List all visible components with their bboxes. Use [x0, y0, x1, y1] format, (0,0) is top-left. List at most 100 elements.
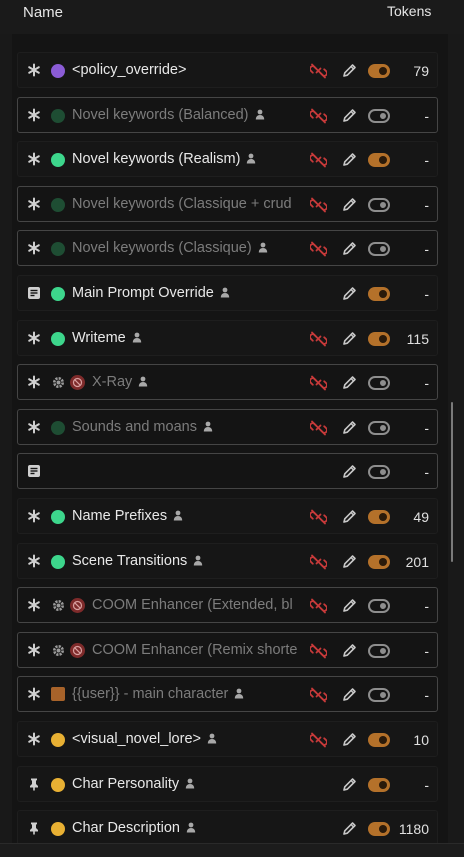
- asterisk-icon[interactable]: [27, 687, 41, 701]
- pencil-icon[interactable]: [341, 241, 358, 257]
- pencil-icon[interactable]: [341, 554, 358, 570]
- list-item[interactable]: Scene Transitions 201: [17, 543, 438, 579]
- unlink-icon[interactable]: [309, 63, 328, 79]
- prompt-name-text: Char Description: [72, 820, 180, 836]
- pencil-icon[interactable]: [341, 598, 358, 614]
- pencil-icon[interactable]: [341, 777, 358, 793]
- asterisk-icon[interactable]: [27, 63, 41, 77]
- asterisk-icon[interactable]: [27, 420, 41, 434]
- list-item[interactable]: -: [17, 453, 438, 489]
- asterisk-icon[interactable]: [27, 643, 41, 657]
- token-count: -: [424, 598, 429, 614]
- status-dot-icon: [51, 287, 65, 301]
- pencil-icon[interactable]: [341, 286, 358, 302]
- unlink-icon[interactable]: [309, 331, 328, 347]
- unlink-icon[interactable]: [309, 687, 328, 703]
- pencil-icon[interactable]: [341, 420, 358, 436]
- list-item[interactable]: Novel keywords (Classique) -: [17, 230, 438, 266]
- pencil-icon[interactable]: [341, 152, 358, 168]
- person-icon: [193, 554, 203, 566]
- enable-toggle[interactable]: [368, 644, 390, 658]
- list-item[interactable]: {{user}} - main character -: [17, 676, 438, 712]
- enable-toggle[interactable]: [368, 555, 390, 569]
- prompt-name: <visual_novel_lore>: [72, 731, 217, 747]
- asterisk-icon[interactable]: [27, 554, 41, 568]
- asterisk-icon[interactable]: [27, 197, 41, 211]
- pencil-icon[interactable]: [341, 732, 358, 748]
- unlink-icon[interactable]: [309, 375, 328, 391]
- pencil-icon[interactable]: [341, 331, 358, 347]
- enable-toggle[interactable]: [368, 153, 390, 167]
- unlink-icon[interactable]: [309, 197, 328, 213]
- list-item[interactable]: Writeme 115: [17, 320, 438, 356]
- list-item[interactable]: COOM Enhancer (Extended, bl -: [17, 587, 438, 623]
- asterisk-icon[interactable]: [27, 331, 41, 345]
- pencil-icon[interactable]: [341, 509, 358, 525]
- asterisk-icon[interactable]: [27, 152, 41, 166]
- list-item[interactable]: Name Prefixes 49: [17, 498, 438, 534]
- unlink-icon[interactable]: [309, 732, 328, 748]
- list-item[interactable]: Novel keywords (Realism) -: [17, 141, 438, 177]
- pencil-icon[interactable]: [341, 821, 358, 837]
- unlink-icon[interactable]: [309, 108, 328, 124]
- pencil-icon[interactable]: [341, 643, 358, 659]
- list-item[interactable]: COOM Enhancer (Remix shorte -: [17, 632, 438, 668]
- unlink-icon[interactable]: [309, 643, 328, 659]
- enable-toggle[interactable]: [368, 64, 390, 78]
- enable-toggle[interactable]: [368, 733, 390, 747]
- pencil-icon[interactable]: [341, 375, 358, 391]
- prompt-name-text: <visual_novel_lore>: [72, 731, 201, 747]
- enable-toggle[interactable]: [368, 778, 390, 792]
- enable-toggle[interactable]: [368, 510, 390, 524]
- pencil-icon[interactable]: [341, 464, 358, 480]
- list-item[interactable]: Char Personality -: [17, 766, 438, 802]
- token-count: 49: [413, 509, 429, 525]
- pencil-icon[interactable]: [341, 197, 358, 213]
- asterisk-icon[interactable]: [27, 598, 41, 612]
- list-item[interactable]: X-Ray -: [17, 364, 438, 400]
- enable-toggle[interactable]: [368, 421, 390, 435]
- asterisk-icon[interactable]: [27, 241, 41, 255]
- unlink-icon[interactable]: [309, 598, 328, 614]
- list-item[interactable]: Novel keywords (Classique + crud -: [17, 186, 438, 222]
- asterisk-icon[interactable]: [27, 108, 41, 122]
- prompt-name: COOM Enhancer (Extended, bl: [92, 597, 293, 613]
- enable-toggle[interactable]: [368, 242, 390, 256]
- note-icon[interactable]: [27, 286, 41, 300]
- enable-toggle[interactable]: [368, 822, 390, 836]
- enable-toggle[interactable]: [368, 376, 390, 390]
- unlink-icon[interactable]: [309, 420, 328, 436]
- unlink-icon[interactable]: [309, 241, 328, 257]
- enable-toggle[interactable]: [368, 109, 390, 123]
- asterisk-icon[interactable]: [27, 509, 41, 523]
- prompt-name-text: Novel keywords (Classique): [72, 240, 252, 256]
- pencil-icon[interactable]: [341, 63, 358, 79]
- list-item[interactable]: Novel keywords (Balanced) -: [17, 97, 438, 133]
- asterisk-icon[interactable]: [27, 375, 41, 389]
- list-item[interactable]: Sounds and moans -: [17, 409, 438, 445]
- unlink-icon[interactable]: [309, 509, 328, 525]
- list-item[interactable]: Main Prompt Override -: [17, 275, 438, 311]
- person-icon: [132, 331, 142, 343]
- pencil-icon[interactable]: [341, 687, 358, 703]
- enable-toggle[interactable]: [368, 688, 390, 702]
- prompt-name-text: Main Prompt Override: [72, 285, 214, 301]
- enable-toggle[interactable]: [368, 332, 390, 346]
- pin-icon[interactable]: [27, 777, 41, 791]
- scrollbar[interactable]: [451, 402, 453, 562]
- prompt-name: Novel keywords (Balanced): [72, 107, 265, 123]
- enable-toggle[interactable]: [368, 287, 390, 301]
- pin-icon[interactable]: [27, 821, 41, 835]
- enable-toggle[interactable]: [368, 198, 390, 212]
- note-icon[interactable]: [27, 464, 41, 478]
- list-item[interactable]: <visual_novel_lore> 10: [17, 721, 438, 757]
- pencil-icon[interactable]: [341, 108, 358, 124]
- enable-toggle[interactable]: [368, 599, 390, 613]
- list-item[interactable]: Char Description 1180: [17, 810, 438, 846]
- list-item[interactable]: <policy_override> 79: [17, 52, 438, 88]
- asterisk-icon[interactable]: [27, 732, 41, 746]
- unlink-icon[interactable]: [309, 152, 328, 168]
- unlink-icon[interactable]: [309, 554, 328, 570]
- token-count: -: [424, 420, 429, 436]
- enable-toggle[interactable]: [368, 465, 390, 479]
